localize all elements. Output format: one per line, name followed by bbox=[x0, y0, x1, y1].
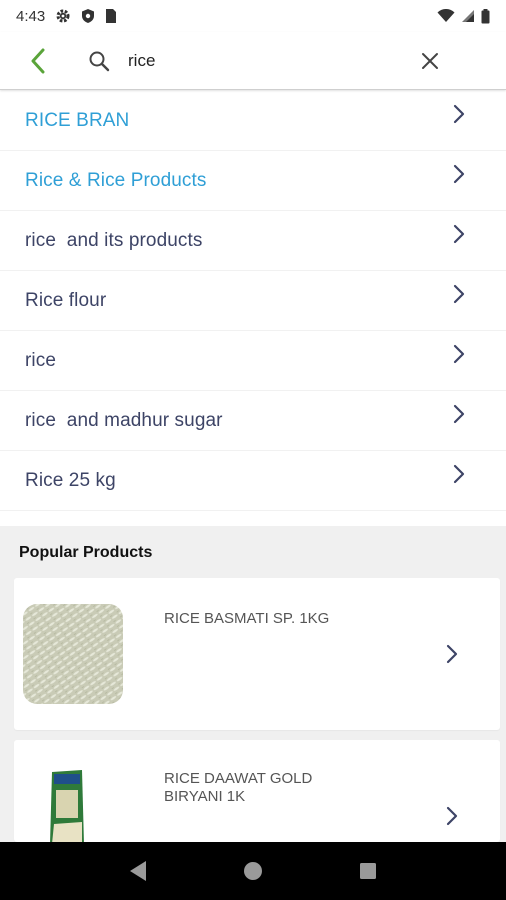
chevron-right-icon bbox=[453, 224, 465, 243]
nav-back-icon bbox=[129, 861, 146, 881]
suggestion-item[interactable]: rice bbox=[0, 331, 506, 391]
close-icon bbox=[422, 52, 438, 69]
back-button[interactable] bbox=[18, 41, 58, 81]
clear-search-button[interactable] bbox=[416, 47, 444, 75]
section-title: Popular Products bbox=[19, 544, 153, 561]
chevron-right-icon bbox=[446, 644, 458, 664]
cell-signal-icon bbox=[461, 9, 475, 23]
nav-home-button[interactable] bbox=[229, 847, 277, 895]
chevron-right-icon bbox=[453, 404, 465, 423]
back-arrow-icon bbox=[31, 48, 45, 73]
product-name: RICE BASMATI SP. 1KG bbox=[164, 610, 330, 627]
nav-home-icon bbox=[243, 862, 262, 880]
wifi-icon bbox=[437, 9, 455, 23]
suggestion-label: rice bbox=[25, 349, 57, 371]
product-card[interactable]: RICE DAAWAT GOLD BIRYANI 1K bbox=[14, 740, 500, 842]
status-right bbox=[437, 8, 490, 24]
suggestion-label: Rice flour bbox=[25, 289, 107, 311]
status-time: 4:43 bbox=[16, 7, 46, 25]
suggestion-label: Rice 25 kg bbox=[25, 469, 116, 491]
chevron-right-icon bbox=[453, 284, 465, 303]
search-toolbar bbox=[0, 32, 506, 90]
nav-back-button[interactable] bbox=[114, 847, 162, 895]
nav-recents-icon bbox=[360, 863, 377, 879]
suggestion-label: rice and its products bbox=[25, 229, 203, 251]
product-image bbox=[34, 764, 124, 842]
gear-icon bbox=[55, 8, 71, 24]
chevron-right-icon bbox=[446, 806, 458, 826]
suggestion-item[interactable]: Rice 25 kg bbox=[0, 451, 506, 511]
product-card[interactable]: RICE BASMATI SP. 1KG bbox=[14, 578, 500, 730]
suggestion-label: rice and madhur sugar bbox=[25, 409, 223, 431]
product-name: RICE DAAWAT GOLD BIRYANI 1K bbox=[164, 770, 313, 805]
sim-card-icon bbox=[105, 8, 117, 24]
status-left: 4:43 bbox=[16, 8, 117, 25]
status-bar: 4:43 bbox=[0, 0, 506, 32]
suggestion-item[interactable]: RICE BRAN bbox=[0, 91, 506, 151]
chevron-right-icon bbox=[453, 164, 465, 183]
suggestion-item[interactable]: rice and madhur sugar bbox=[0, 391, 506, 451]
chevron-right-icon bbox=[453, 104, 465, 123]
popular-products-section: Popular Products RICE BASMATI SP. 1KG RI… bbox=[0, 526, 506, 842]
search-icon bbox=[88, 49, 112, 73]
suggestion-item[interactable]: Rice & Rice Products bbox=[0, 151, 506, 211]
nav-recents-button[interactable] bbox=[344, 847, 392, 895]
suggestion-label: RICE BRAN bbox=[25, 109, 130, 131]
system-nav-bar bbox=[0, 842, 506, 900]
search-input[interactable] bbox=[128, 50, 378, 71]
chevron-right-icon bbox=[453, 464, 465, 483]
suggestion-item[interactable]: rice and its products bbox=[0, 211, 506, 271]
suggestion-label: Rice & Rice Products bbox=[25, 169, 207, 191]
suggestion-list: RICE BRAN Rice & Rice Products rice and … bbox=[0, 91, 506, 511]
battery-icon bbox=[481, 8, 490, 24]
product-image bbox=[23, 604, 123, 704]
chevron-right-icon bbox=[453, 344, 465, 363]
shield-icon bbox=[81, 8, 95, 24]
suggestion-item[interactable]: Rice flour bbox=[0, 271, 506, 331]
